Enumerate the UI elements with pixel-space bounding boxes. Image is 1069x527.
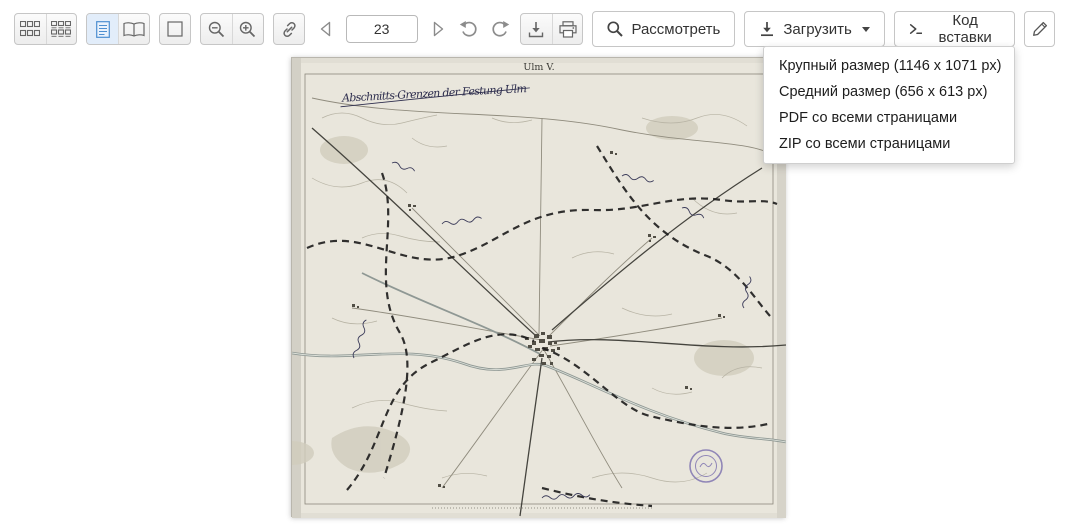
rotate-right-icon	[490, 20, 510, 38]
embed-code-button[interactable]: Код вставки	[894, 11, 1015, 47]
link-group	[273, 13, 306, 45]
download-button-label: Загрузить	[783, 21, 852, 38]
edit-button[interactable]	[1024, 11, 1055, 47]
zoom-group	[200, 13, 263, 45]
rotate-left-icon	[459, 20, 479, 38]
thumbnails-captions-icon	[51, 21, 71, 37]
print-icon	[559, 21, 577, 38]
map-image: Abschnitts-Grenzen der Festung Ulm Ulm V…	[292, 58, 786, 518]
single-page-view-button[interactable]	[87, 14, 118, 44]
map-sheet-label: Ulm V.	[523, 62, 554, 73]
download-dropdown-button[interactable]: Загрузить	[744, 11, 885, 47]
rotate-left-button[interactable]	[458, 14, 480, 44]
download-page-icon	[528, 21, 544, 38]
frame-icon	[167, 21, 183, 37]
download-icon	[759, 21, 775, 37]
download-page-button[interactable]	[521, 14, 552, 44]
thumbnails-grid-button[interactable]	[15, 14, 46, 44]
fit-view-group	[159, 13, 192, 45]
thumbnail-view-group	[14, 13, 77, 45]
zoom-in-button[interactable]	[232, 14, 263, 44]
page-view-group	[86, 13, 149, 45]
chevron-down-icon	[862, 27, 870, 32]
previous-page-button[interactable]	[314, 14, 336, 44]
full-page-frame-button[interactable]	[160, 14, 191, 44]
two-page-book-icon	[123, 22, 145, 37]
page-number-input[interactable]	[346, 15, 418, 43]
embed-button-label: Код вставки	[930, 12, 1000, 46]
menu-item-zip-all[interactable]: ZIP со всеми страницами	[764, 131, 1014, 157]
thumbnails-grid-icon	[20, 21, 40, 37]
next-page-button[interactable]	[427, 14, 449, 44]
two-page-view-button[interactable]	[118, 14, 149, 44]
zoom-out-icon	[208, 21, 225, 38]
rotate-right-button[interactable]	[489, 14, 511, 44]
link-icon	[281, 21, 298, 38]
link-button[interactable]	[274, 14, 305, 44]
download-menu: Крупный размер (1146 x 1071 px) Средний …	[763, 46, 1015, 164]
zoom-in-icon	[239, 21, 256, 38]
review-button-label: Рассмотреть	[631, 21, 720, 38]
menu-item-medium-size[interactable]: Средний размер (656 x 613 px)	[764, 79, 1014, 105]
print-button[interactable]	[552, 14, 583, 44]
menu-item-large-size[interactable]: Крупный размер (1146 x 1071 px)	[764, 53, 1014, 79]
thumbnails-captions-button[interactable]	[46, 14, 77, 44]
pencil-icon	[1032, 21, 1048, 37]
search-icon	[607, 21, 623, 37]
map-page[interactable]: Abschnitts-Grenzen der Festung Ulm Ulm V…	[291, 57, 785, 517]
embed-code-icon	[909, 22, 922, 36]
next-page-icon	[429, 20, 447, 38]
single-page-icon	[96, 21, 110, 38]
review-button[interactable]: Рассмотреть	[592, 11, 735, 47]
previous-page-icon	[317, 20, 335, 38]
toolbar: Рассмотреть Загрузить Код вставки	[14, 10, 1055, 48]
menu-item-pdf-all[interactable]: PDF со всеми страницами	[764, 105, 1014, 131]
zoom-out-button[interactable]	[201, 14, 232, 44]
export-group	[520, 13, 583, 45]
